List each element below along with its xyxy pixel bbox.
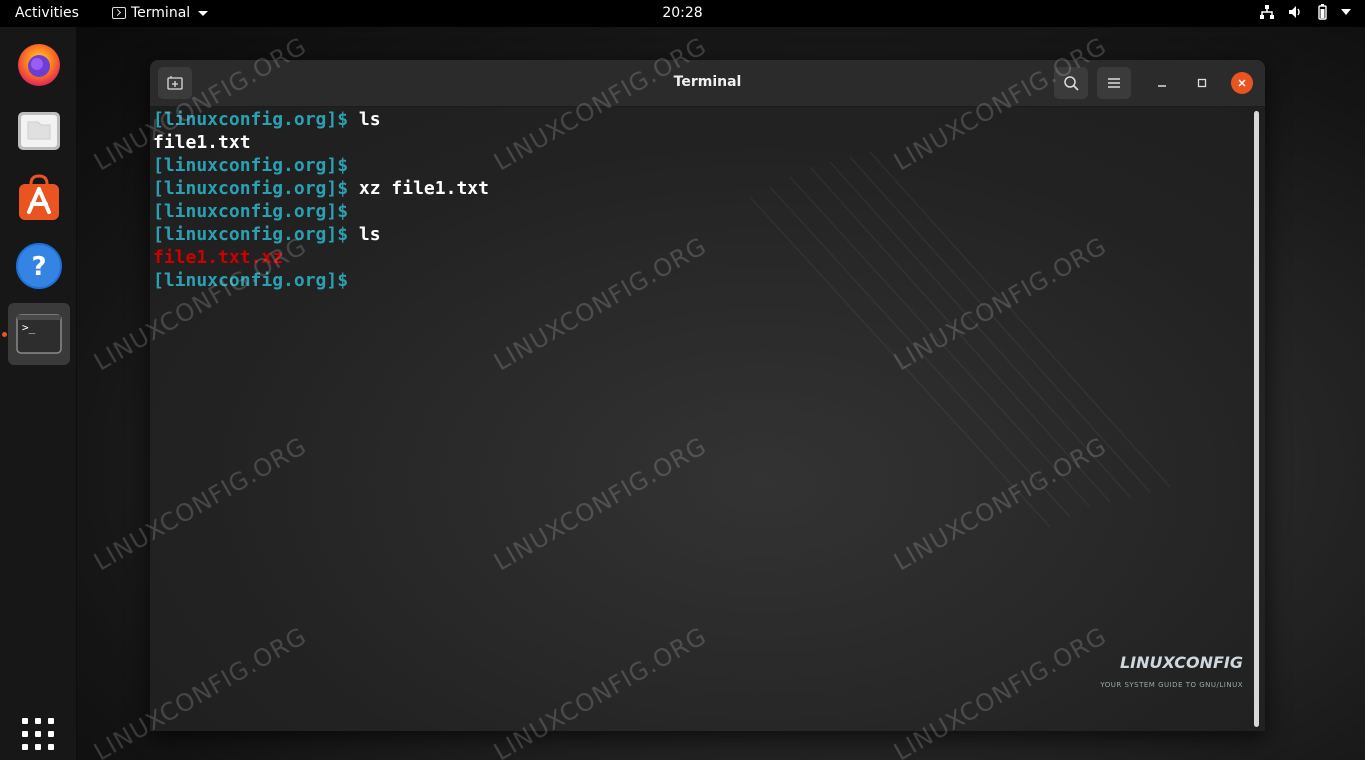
dock-item-terminal[interactable]: >_ — [8, 303, 70, 365]
running-indicator — [2, 332, 7, 337]
terminal-line: [linuxconfig.org]$ xz file1.txt — [153, 177, 1265, 200]
terminal-line: [linuxconfig.org]$ — [153, 269, 1265, 292]
top-bar: Activities Terminal 20:28 — [0, 0, 1365, 27]
svg-text:>_: >_ — [22, 321, 36, 334]
terminal-line: file1.txt — [153, 131, 1265, 154]
maximize-icon — [1197, 78, 1207, 88]
brand-name: LINUXCONFIG — [1119, 653, 1243, 672]
software-center-icon — [19, 174, 59, 220]
scrollbar[interactable] — [1254, 111, 1259, 727]
hamburger-menu-icon — [1108, 78, 1120, 88]
battery-icon — [1318, 4, 1327, 20]
dock-item-firefox[interactable] — [8, 32, 70, 94]
compressed-file-output: file1.txt.xz — [153, 247, 284, 268]
files-icon — [18, 112, 60, 150]
shell-prompt: [linuxconfig.org]$ — [153, 109, 349, 130]
system-tray[interactable] — [1259, 4, 1351, 20]
svg-text:?: ? — [31, 252, 46, 282]
command-text: xz file1.txt — [348, 178, 489, 199]
minimize-icon — [1158, 85, 1166, 87]
linuxconfig-logo: LINUXCONFIG YOUR SYSTEM GUIDE TO GNU/LIN… — [1100, 651, 1243, 697]
apps-grid-icon[interactable] — [22, 718, 54, 750]
menu-button[interactable] — [1097, 67, 1131, 99]
command-text: ls — [348, 224, 381, 245]
clock[interactable]: 20:28 — [0, 5, 1365, 21]
maximize-button[interactable] — [1191, 72, 1213, 94]
help-icon: ? — [16, 243, 62, 289]
terminal-line: [linuxconfig.org]$ ls — [153, 108, 1265, 131]
terminal-icon: >_ — [16, 314, 62, 354]
search-icon — [1064, 76, 1079, 91]
shell-prompt: [linuxconfig.org]$ — [153, 155, 349, 176]
caret-down-icon — [1341, 9, 1351, 15]
shell-prompt: [linuxconfig.org]$ — [153, 224, 349, 245]
network-icon — [1260, 5, 1274, 19]
terminal-line: [linuxconfig.org]$ ls — [153, 223, 1265, 246]
terminal-content[interactable]: [linuxconfig.org]$ ls file1.txt [linuxco… — [150, 107, 1265, 731]
command-output: file1.txt — [153, 132, 251, 153]
search-button[interactable] — [1054, 67, 1088, 99]
shell-prompt: [linuxconfig.org]$ — [153, 178, 349, 199]
dock: ? >_ — [0, 27, 77, 760]
close-button[interactable] — [1231, 72, 1253, 94]
terminal-line: file1.txt.xz — [153, 246, 1265, 269]
terminal-line: [linuxconfig.org]$ — [153, 154, 1265, 177]
command-text: ls — [348, 109, 381, 130]
shell-prompt: [linuxconfig.org]$ — [153, 201, 349, 222]
terminal-line: [linuxconfig.org]$ — [153, 200, 1265, 223]
brand-tagline: YOUR SYSTEM GUIDE TO GNU/LINUX — [1100, 681, 1243, 689]
close-icon — [1238, 79, 1246, 87]
dock-item-files[interactable] — [8, 100, 70, 162]
dock-item-help[interactable]: ? — [8, 235, 70, 297]
window-titlebar[interactable]: Terminal — [150, 60, 1265, 107]
terminal-window: Terminal [linuxconfig.org]$ ls file1.txt… — [150, 60, 1265, 731]
minimize-button[interactable] — [1151, 72, 1173, 94]
dock-item-software[interactable] — [8, 167, 70, 229]
volume-icon — [1289, 6, 1300, 18]
firefox-icon — [18, 44, 60, 86]
shell-prompt: [linuxconfig.org]$ — [153, 270, 349, 291]
